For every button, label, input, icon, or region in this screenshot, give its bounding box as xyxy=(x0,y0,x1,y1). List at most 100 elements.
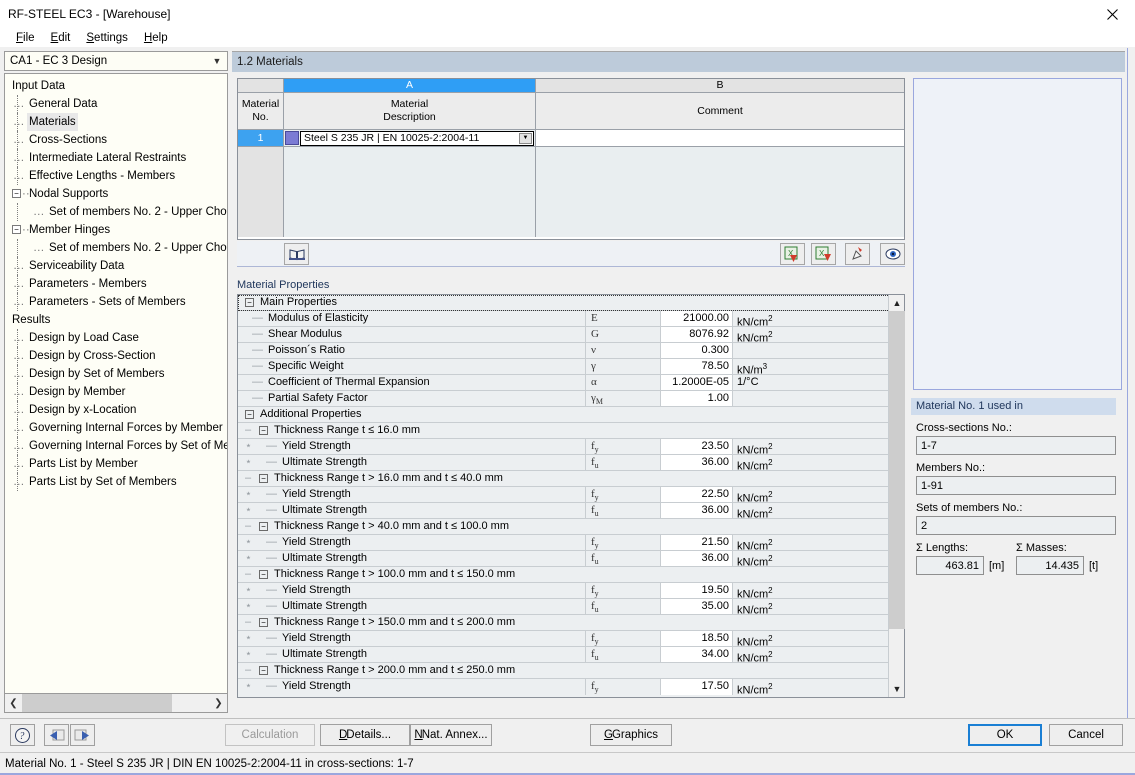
collapse-icon[interactable]: − xyxy=(259,570,268,579)
pick-material-icon[interactable] xyxy=(845,243,870,265)
collapse-icon[interactable]: − xyxy=(12,189,21,198)
table-row[interactable]: 1 Steel S 235 JR | EN 10025-2:2004-11 ▼ xyxy=(238,130,904,147)
collapse-icon[interactable]: − xyxy=(259,666,268,675)
property-group-additional[interactable]: − Additional Properties xyxy=(238,407,904,423)
property-subgroup-thickness-3[interactable]: – − Thickness Range t > 40.0 mm and t ≤ … xyxy=(238,519,904,535)
property-value[interactable]: 36.00 xyxy=(661,551,733,566)
scroll-up-icon[interactable]: ▲ xyxy=(889,295,905,311)
property-value[interactable]: 1.00 xyxy=(661,391,733,406)
scroll-thumb[interactable] xyxy=(889,311,905,629)
tree-item-results[interactable]: Results xyxy=(5,311,227,329)
collapse-icon[interactable]: − xyxy=(245,298,254,307)
tree-item-materials[interactable]: … Materials xyxy=(5,113,227,131)
property-row-ultimate-strength[interactable]: ⋆ — Ultimate Strength fu 36.00 kN/cm2 xyxy=(238,551,904,569)
material-description-combobox[interactable]: Steel S 235 JR | EN 10025-2:2004-11 ▼ xyxy=(300,130,534,146)
view-icon[interactable] xyxy=(880,243,905,265)
property-value[interactable]: 21000.00 xyxy=(661,311,733,326)
tree-item-parameters-members[interactable]: … Parameters - Members xyxy=(5,275,227,293)
design-case-select[interactable]: CA1 - EC 3 Design ▼ xyxy=(4,51,228,71)
tree-item-intermediate-lateral-restraints[interactable]: … Intermediate Lateral Restraints xyxy=(5,149,227,167)
collapse-icon[interactable]: − xyxy=(245,410,254,419)
column-header-b[interactable]: B xyxy=(536,79,904,93)
nat-annex-button[interactable]: N Nat. Annex... xyxy=(410,724,492,746)
tree-item-general-data[interactable]: … General Data xyxy=(5,95,227,113)
property-value[interactable]: 8076.92 xyxy=(661,327,733,342)
property-value[interactable]: 22.50 xyxy=(661,487,733,502)
tree-item-parts-list-by-set-of-members[interactable]: … Parts List by Set of Members xyxy=(5,473,227,491)
property-row-shear-modulus[interactable]: — Shear Modulus G 8076.92 kN/cm2 xyxy=(238,327,904,345)
property-row-yield-strength[interactable]: ⋆ — Yield Strength fy 21.50 kN/cm2 xyxy=(238,535,904,553)
graphics-preview-panel[interactable] xyxy=(913,78,1122,390)
property-row-yield-strength[interactable]: ⋆ — Yield Strength fy 22.50 kN/cm2 xyxy=(238,487,904,505)
cancel-button[interactable]: Cancel xyxy=(1049,724,1123,746)
collapse-icon[interactable]: − xyxy=(259,522,268,531)
collapse-icon[interactable]: − xyxy=(12,225,21,234)
material-color-swatch[interactable] xyxy=(285,131,299,145)
property-row-coefficient-of-thermal-expansion[interactable]: — Coefficient of Thermal Expansion α 1.20… xyxy=(238,375,904,391)
tree-item-design-by-member[interactable]: … Design by Member xyxy=(5,383,227,401)
graphics-button[interactable]: G Graphics xyxy=(590,724,672,746)
tree-item-serviceability-data[interactable]: … Serviceability Data xyxy=(5,257,227,275)
next-icon[interactable] xyxy=(70,724,95,746)
property-value[interactable]: 34.00 xyxy=(661,647,733,662)
property-row-ultimate-strength[interactable]: ⋆ — Ultimate Strength fu 35.00 kN/cm2 xyxy=(238,599,904,617)
property-row-modulus-of-elasticity[interactable]: — Modulus of Elasticity E 21000.00 kN/cm2 xyxy=(238,311,904,329)
previous-icon[interactable] xyxy=(44,724,69,746)
help-icon[interactable]: ? xyxy=(10,724,35,746)
property-value[interactable]: 35.00 xyxy=(661,599,733,614)
tree-item-nodal-supports-set-2[interactable]: … Set of members No. 2 - Upper Chord xyxy=(5,203,227,221)
tree-item-governing-internal-forces-by-member[interactable]: … Governing Internal Forces by Member xyxy=(5,419,227,437)
property-row-yield-strength[interactable]: ⋆ — Yield Strength fy 17.50 kN/cm2 xyxy=(238,679,904,697)
excel-export-icon[interactable]: X xyxy=(811,243,836,265)
property-value[interactable]: 36.00 xyxy=(661,503,733,518)
property-row-ultimate-strength[interactable]: ⋆ — Ultimate Strength fu 34.00 kN/cm2 xyxy=(238,647,904,665)
property-value[interactable]: 21.50 xyxy=(661,535,733,550)
menu-item-help[interactable]: Help xyxy=(136,31,176,45)
tree-item-design-by-x-location[interactable]: … Design by x-Location xyxy=(5,401,227,419)
calculation-button[interactable]: Calculation xyxy=(225,724,315,746)
property-subgroup-thickness-1[interactable]: – − Thickness Range t ≤ 16.0 mm xyxy=(238,423,904,439)
scroll-track[interactable] xyxy=(22,694,210,712)
property-row-yield-strength[interactable]: ⋆ — Yield Strength fy 23.50 kN/cm2 xyxy=(238,439,904,457)
tree-item-effective-lengths-members[interactable]: … Effective Lengths - Members xyxy=(5,167,227,185)
ok-button[interactable]: OK xyxy=(968,724,1042,746)
property-row-poissons-ratio[interactable]: — Poisson´s Ratio ν 0.300 xyxy=(238,343,904,359)
collapse-icon[interactable]: − xyxy=(259,618,268,627)
library-icon[interactable] xyxy=(284,243,309,265)
tree-item-governing-internal-forces-by-set-of-members[interactable]: … Governing Internal Forces by Set of Mem xyxy=(5,437,227,455)
scroll-left-icon[interactable]: ❮ xyxy=(5,694,22,712)
chevron-down-icon[interactable]: ▼ xyxy=(519,132,532,144)
navigator-horizontal-scrollbar[interactable]: ❮ ❯ xyxy=(4,693,228,713)
property-subgroup-thickness-6[interactable]: – − Thickness Range t > 200.0 mm and t ≤… xyxy=(238,663,904,679)
property-value[interactable]: 36.00 xyxy=(661,455,733,470)
property-row-specific-weight[interactable]: — Specific Weight γ 78.50 kN/m3 xyxy=(238,359,904,377)
property-row-ultimate-strength[interactable]: ⋆ — Ultimate Strength fu 36.00 kN/cm2 xyxy=(238,455,904,473)
collapse-icon[interactable]: − xyxy=(259,474,268,483)
tree-item-parts-list-by-member[interactable]: … Parts List by Member xyxy=(5,455,227,473)
excel-import-icon[interactable]: X xyxy=(780,243,805,265)
property-value[interactable]: 17.50 xyxy=(661,679,733,695)
collapse-icon[interactable]: − xyxy=(259,426,268,435)
tree-item-design-by-load-case[interactable]: … Design by Load Case xyxy=(5,329,227,347)
property-value[interactable]: 78.50 xyxy=(661,359,733,374)
properties-vertical-scrollbar[interactable]: ▲ ▼ xyxy=(888,295,905,697)
property-value[interactable]: 0.300 xyxy=(661,343,733,358)
property-subgroup-thickness-2[interactable]: – − Thickness Range t > 16.0 mm and t ≤ … xyxy=(238,471,904,487)
tree-item-input-data[interactable]: Input Data xyxy=(5,77,227,95)
navigation-tree[interactable]: Input Data … General Data … Materials … Cro… xyxy=(4,73,228,693)
property-value[interactable]: 1.2000E-05 xyxy=(661,375,733,390)
property-row-ultimate-strength[interactable]: ⋆ — Ultimate Strength fu 36.00 kN/cm2 xyxy=(238,503,904,521)
menu-item-file[interactable]: File xyxy=(8,31,43,45)
property-row-yield-strength[interactable]: ⋆ — Yield Strength fy 19.50 kN/cm2 xyxy=(238,583,904,601)
menu-item-edit[interactable]: Edit xyxy=(43,31,79,45)
material-description-cell[interactable]: Steel S 235 JR | EN 10025-2:2004-11 ▼ xyxy=(284,130,536,147)
materials-table[interactable]: A B Material No. Material Description Co… xyxy=(237,78,905,240)
tree-item-nodal-supports[interactable]: − ·· Nodal Supports xyxy=(5,185,227,203)
scroll-right-icon[interactable]: ❯ xyxy=(210,694,227,712)
property-subgroup-thickness-5[interactable]: – − Thickness Range t > 150.0 mm and t ≤… xyxy=(238,615,904,631)
property-subgroup-thickness-4[interactable]: – − Thickness Range t > 100.0 mm and t ≤… xyxy=(238,567,904,583)
property-value[interactable]: 23.50 xyxy=(661,439,733,454)
tree-item-parameters-sets-of-members[interactable]: … Parameters - Sets of Members xyxy=(5,293,227,311)
tree-item-member-hinges-set-2[interactable]: … Set of members No. 2 - Upper Chord xyxy=(5,239,227,257)
close-icon[interactable] xyxy=(1089,0,1135,28)
